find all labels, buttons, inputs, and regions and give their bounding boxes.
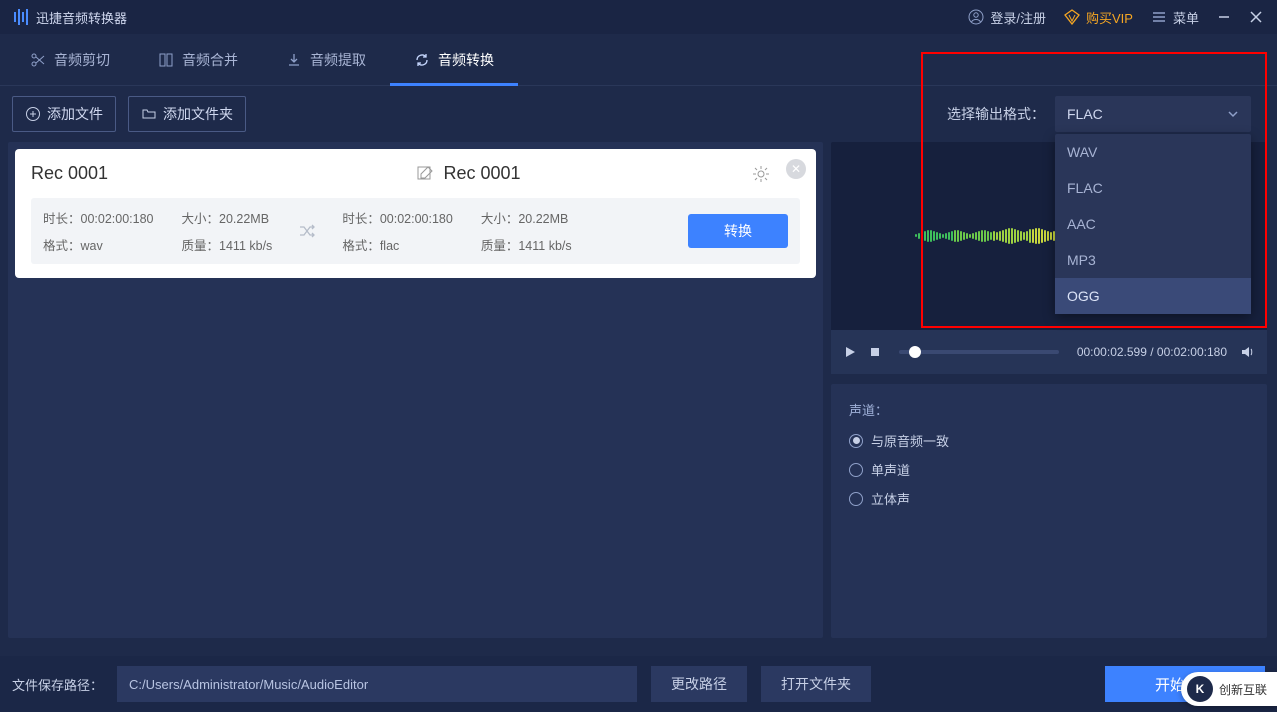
footer-bar: 文件保存路径： 更改路径 打开文件夹 开始转换 xyxy=(0,656,1277,712)
convert-icon xyxy=(414,52,430,68)
radio-icon xyxy=(849,492,863,506)
watermark-badge: K 创新互联 xyxy=(1181,672,1277,706)
login-label: 登录/注册 xyxy=(990,8,1046,27)
login-register-button[interactable]: 登录/注册 xyxy=(968,8,1046,27)
menu-icon xyxy=(1151,9,1167,25)
output-format-select[interactable]: FLAC WAV FLAC AAC MP3 OGG xyxy=(1055,96,1251,132)
format-option-ogg[interactable]: OGG xyxy=(1055,278,1251,314)
info-strip: 时长：00:02:00:180 大小：20.22MB 格式：wav 质量：141… xyxy=(31,198,800,264)
add-file-button[interactable]: 添加文件 xyxy=(12,96,116,132)
toolbar-right: 选择输出格式： FLAC WAV FLAC AAC MP3 OGG xyxy=(947,96,1265,132)
watermark-logo-icon: K xyxy=(1187,676,1213,702)
toolbar: 添加文件 添加文件夹 选择输出格式： FLAC WAV FLAC AAC MP3… xyxy=(0,86,1277,138)
target-filename: Rec 0001 xyxy=(444,163,521,184)
convert-button[interactable]: 转换 xyxy=(688,214,788,248)
file-list-pane: ✕ Rec 0001 Rec 0001 时长：00:02:00:180 大小：2… xyxy=(8,142,823,638)
app-title: 迅捷音频转换器 xyxy=(36,8,127,27)
source-header: Rec 0001 xyxy=(31,163,416,184)
tab-label: 音频转换 xyxy=(438,50,494,70)
stop-button[interactable] xyxy=(869,346,881,358)
save-path-label: 文件保存路径： xyxy=(12,675,103,694)
change-path-button[interactable]: 更改路径 xyxy=(651,666,747,702)
toolbar-left: 添加文件 添加文件夹 xyxy=(12,96,246,132)
selected-format-value: FLAC xyxy=(1067,106,1103,122)
radio-label: 与原音频一致 xyxy=(871,431,949,450)
merge-icon xyxy=(158,52,174,68)
channel-option-stereo[interactable]: 立体声 xyxy=(849,489,1249,508)
radio-icon xyxy=(849,463,863,477)
edit-icon[interactable] xyxy=(416,165,434,183)
vip-label: 购买VIP xyxy=(1086,8,1133,27)
add-folder-label: 添加文件夹 xyxy=(163,104,233,124)
channel-settings: 声道： 与原音频一致 单声道 立体声 xyxy=(831,384,1267,638)
menu-label: 菜单 xyxy=(1173,8,1199,27)
folder-icon xyxy=(141,106,157,122)
titlebar-left: 迅捷音频转换器 xyxy=(14,8,127,27)
channel-option-same[interactable]: 与原音频一致 xyxy=(849,431,1249,450)
watermark-text: 创新互联 xyxy=(1219,681,1267,698)
radio-label: 立体声 xyxy=(871,489,910,508)
extract-icon xyxy=(286,52,302,68)
source-info: 时长：00:02:00:180 大小：20.22MB 格式：wav 质量：141… xyxy=(43,208,272,254)
format-option-aac[interactable]: AAC xyxy=(1055,206,1251,242)
channel-title: 声道： xyxy=(849,400,1249,419)
settings-gear-icon[interactable] xyxy=(752,165,770,183)
seek-slider[interactable] xyxy=(899,350,1059,354)
channel-option-mono[interactable]: 单声道 xyxy=(849,460,1249,479)
format-option-flac[interactable]: FLAC xyxy=(1055,170,1251,206)
target-info: 时长：00:02:00:180 大小：20.22MB 格式：flac 质量：14… xyxy=(342,208,571,254)
format-option-wav[interactable]: WAV xyxy=(1055,134,1251,170)
tab-audio-extract[interactable]: 音频提取 xyxy=(262,34,390,86)
tab-label: 音频剪切 xyxy=(54,50,110,70)
output-format-label: 选择输出格式： xyxy=(947,104,1045,124)
volume-button[interactable] xyxy=(1239,344,1255,360)
tab-audio-merge[interactable]: 音频合并 xyxy=(134,34,262,86)
user-icon xyxy=(968,9,984,25)
vip-diamond-icon xyxy=(1064,9,1080,25)
shuffle-icon[interactable] xyxy=(272,221,342,241)
titlebar: 迅捷音频转换器 登录/注册 购买VIP 菜单 xyxy=(0,0,1277,34)
format-option-mp3[interactable]: MP3 xyxy=(1055,242,1251,278)
minimize-button[interactable] xyxy=(1217,10,1231,24)
tab-audio-cut[interactable]: 音频剪切 xyxy=(6,34,134,86)
player-controls: 00:00:02.599 / 00:02:00:180 xyxy=(831,330,1267,374)
radio-icon xyxy=(849,434,863,448)
buy-vip-button[interactable]: 购买VIP xyxy=(1064,8,1133,27)
add-folder-button[interactable]: 添加文件夹 xyxy=(128,96,246,132)
source-filename: Rec 0001 xyxy=(31,163,108,184)
file-card: ✕ Rec 0001 Rec 0001 时长：00:02:00:180 大小：2… xyxy=(15,149,816,278)
target-header: Rec 0001 xyxy=(416,163,801,184)
close-window-button[interactable] xyxy=(1249,10,1263,24)
save-path-input[interactable] xyxy=(117,666,637,702)
scissors-icon xyxy=(30,52,46,68)
add-file-label: 添加文件 xyxy=(47,104,103,124)
card-header: Rec 0001 Rec 0001 xyxy=(31,163,800,184)
tab-audio-convert[interactable]: 音频转换 xyxy=(390,34,518,86)
menu-button[interactable]: 菜单 xyxy=(1151,8,1199,27)
format-dropdown: WAV FLAC AAC MP3 OGG xyxy=(1055,134,1251,314)
titlebar-right: 登录/注册 购买VIP 菜单 xyxy=(968,8,1263,27)
app-logo-icon xyxy=(14,9,28,25)
remove-card-button[interactable]: ✕ xyxy=(786,159,806,179)
main-tabs: 音频剪切 音频合并 音频提取 音频转换 xyxy=(0,34,1277,86)
play-button[interactable] xyxy=(843,345,857,359)
open-folder-button[interactable]: 打开文件夹 xyxy=(761,666,871,702)
plus-circle-icon xyxy=(25,106,41,122)
radio-label: 单声道 xyxy=(871,460,910,479)
tab-label: 音频合并 xyxy=(182,50,238,70)
chevron-down-icon xyxy=(1227,108,1239,120)
time-display: 00:00:02.599 / 00:02:00:180 xyxy=(1077,345,1227,359)
tab-label: 音频提取 xyxy=(310,50,366,70)
